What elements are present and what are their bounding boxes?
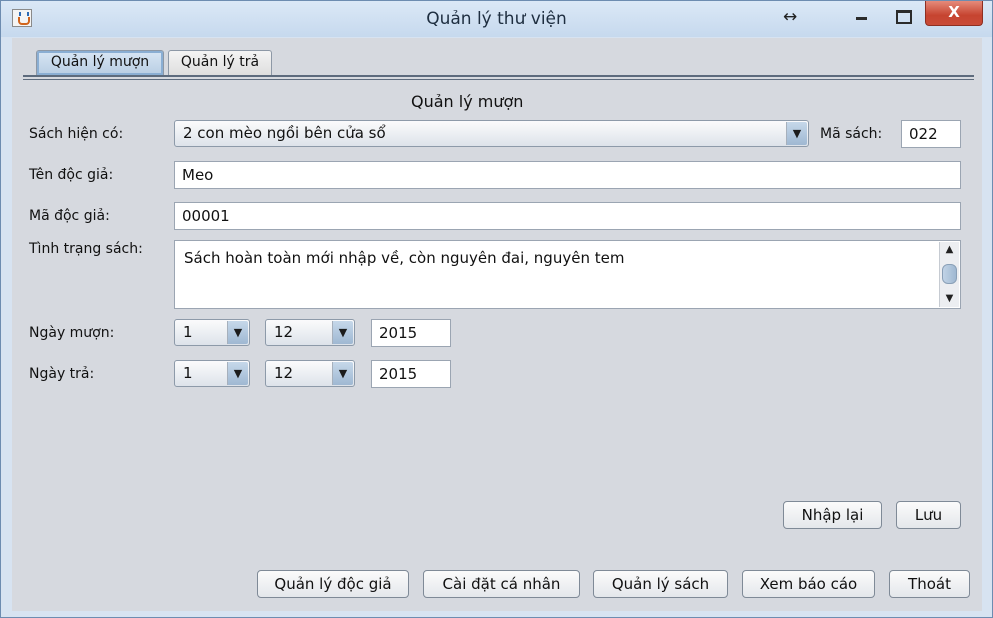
return-day-value: 1 [183, 364, 193, 382]
chevron-down-icon[interactable]: ▼ [332, 362, 353, 385]
book-select-value: 2 con mèo ngồi bên cửa sổ [183, 124, 386, 142]
chevron-down-icon[interactable]: ▼ [227, 362, 248, 385]
book-select[interactable]: 2 con mèo ngồi bên cửa sổ ▼ [174, 120, 809, 147]
return-month-value: 12 [274, 364, 294, 382]
view-report-button[interactable]: Xem báo cáo [742, 570, 875, 598]
title-bar[interactable]: Quản lý thư viện ↔ X [1, 1, 992, 37]
book-condition-text: Sách hoàn toàn mới nhập về, còn nguyên đ… [184, 249, 625, 267]
chevron-down-icon[interactable]: ▼ [786, 122, 807, 145]
tab-borrow-management[interactable]: Quản lý mượn [36, 50, 164, 75]
save-button[interactable]: Lưu [896, 501, 961, 529]
scroll-up-icon[interactable]: ▲ [940, 243, 959, 257]
double-arrow-icon: ↔ [783, 7, 798, 27]
personal-settings-button[interactable]: Cài đặt cá nhân [423, 570, 580, 598]
tab-divider-secondary [23, 79, 974, 80]
book-management-button[interactable]: Quản lý sách [593, 570, 728, 598]
close-button[interactable]: X [925, 1, 983, 26]
chevron-down-icon[interactable]: ▼ [227, 321, 248, 344]
reader-code-label: Mã độc giả: [29, 208, 110, 224]
reader-name-label: Tên độc giả: [29, 167, 114, 183]
borrow-year-field[interactable]: 2015 [371, 319, 451, 347]
borrow-month-select[interactable]: 12 ▼ [265, 319, 355, 346]
book-condition-label: Tình trạng sách: [29, 241, 143, 257]
reader-name-field[interactable]: Meo [174, 161, 961, 189]
exit-button[interactable]: Thoát [889, 570, 970, 598]
scroll-down-icon[interactable]: ▼ [940, 292, 959, 306]
reader-code-field[interactable]: 00001 [174, 202, 961, 230]
borrow-date-label: Ngày mượn: [29, 325, 115, 341]
book-condition-textarea[interactable]: Sách hoàn toàn mới nhập về, còn nguyên đ… [174, 240, 961, 309]
panel-title: Quản lý mượn [411, 92, 524, 111]
book-label: Sách hiện có: [29, 126, 124, 142]
chevron-down-icon[interactable]: ▼ [332, 321, 353, 344]
book-code-field[interactable]: 022 [901, 120, 961, 148]
maximize-button[interactable] [883, 3, 923, 29]
borrow-day-select[interactable]: 1 ▼ [174, 319, 250, 346]
borrow-day-value: 1 [183, 323, 193, 341]
return-date-label: Ngày trả: [29, 366, 95, 382]
main-window: Quản lý thư viện ↔ X Quản lý mượn Quản l… [0, 0, 993, 618]
vertical-scrollbar[interactable]: ▲ ▼ [939, 242, 959, 307]
tab-return-management[interactable]: Quản lý trả [168, 50, 272, 75]
book-code-label: Mã sách: [820, 126, 883, 142]
scroll-thumb[interactable] [942, 264, 957, 284]
return-year-field[interactable]: 2015 [371, 360, 451, 388]
borrow-month-value: 12 [274, 323, 294, 341]
minimize-button[interactable] [841, 3, 881, 29]
return-day-select[interactable]: 1 ▼ [174, 360, 250, 387]
reader-management-button[interactable]: Quản lý độc giả [257, 570, 409, 598]
return-month-select[interactable]: 12 ▼ [265, 360, 355, 387]
tab-divider [23, 75, 974, 77]
content-panel: Quản lý mượn Quản lý trả Quản lý mượn Sá… [12, 38, 982, 611]
reset-button[interactable]: Nhập lại [783, 501, 882, 529]
